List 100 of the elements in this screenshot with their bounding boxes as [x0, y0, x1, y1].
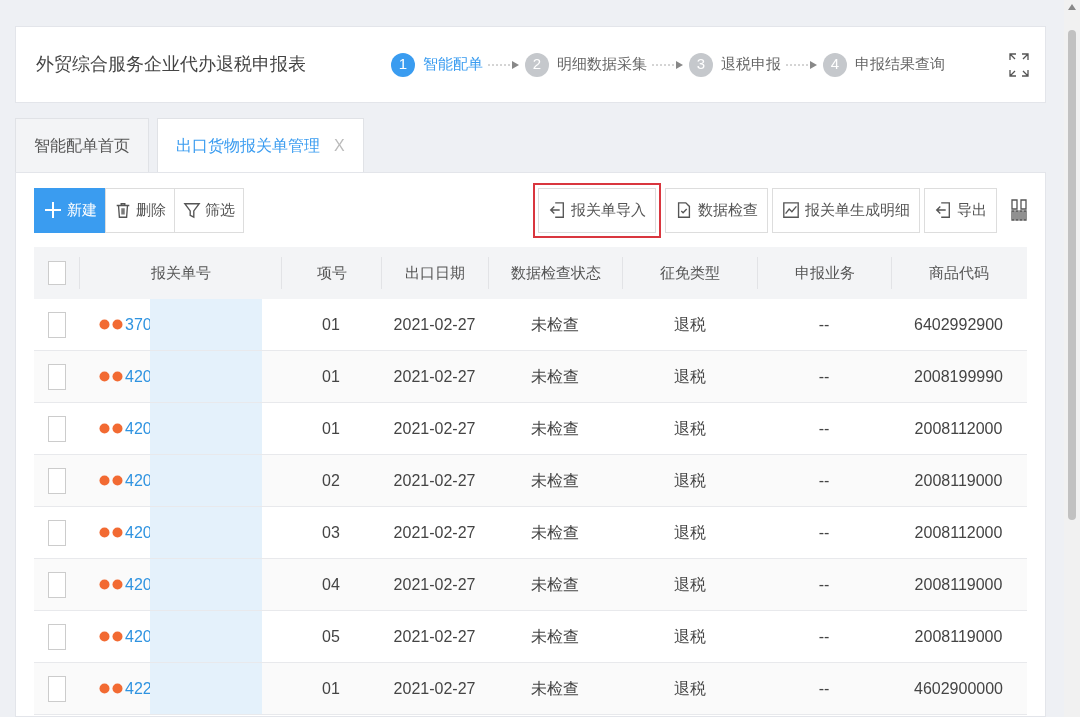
table-cell-text: --: [818, 366, 830, 387]
table-cell-text: 02: [322, 470, 340, 491]
status-dots-icon: [99, 579, 123, 590]
import-icon: [934, 201, 952, 219]
table-cell-text: 退税: [673, 314, 706, 335]
step-label[interactable]: 明细数据采集: [557, 53, 647, 76]
table-cell-text: 2021-02-27: [393, 366, 476, 387]
status-dots-icon: [99, 319, 123, 330]
table-cell-text: 01: [322, 418, 340, 439]
document-check-icon: [675, 201, 693, 219]
column-header: 出口日期: [405, 262, 465, 283]
table-cell-text: --: [818, 470, 830, 491]
table-cell-text: 退税: [673, 626, 706, 647]
new-button[interactable]: 新建: [34, 187, 106, 233]
table-cell-text: --: [818, 418, 830, 439]
fullscreen-icon[interactable]: [1009, 52, 1029, 77]
checkbox[interactable]: [47, 261, 66, 285]
status-dots-icon: [99, 631, 123, 642]
table-cell-text: --: [818, 574, 830, 595]
checkbox[interactable]: [47, 311, 66, 338]
table-cell-text: 04: [322, 574, 340, 595]
tab-label: 智能配单首页: [34, 135, 130, 156]
declaration-link[interactable]: 422: [125, 676, 152, 701]
checkbox[interactable]: [47, 363, 66, 390]
chart-icon: [782, 201, 800, 219]
toolbar-button[interactable]: 筛选: [174, 187, 244, 233]
arrow-icon: [786, 59, 818, 70]
table-cell-text: 2008119000: [914, 470, 1003, 491]
column-header: 申报业务: [794, 262, 855, 283]
column-header: 报关单号: [150, 262, 211, 283]
status-dots-icon: [99, 423, 123, 434]
column-header: 征免类型: [660, 262, 720, 283]
table-cell-text: --: [818, 522, 830, 543]
table-cell-text: 未检查: [531, 314, 579, 335]
table-cell-text: 2008112000: [914, 418, 1003, 439]
checkbox[interactable]: [47, 519, 66, 546]
table-cell-text: 退税: [673, 522, 706, 543]
filter-icon: [183, 201, 201, 219]
scroll-thumb[interactable]: [1068, 30, 1076, 520]
toolbar-button[interactable]: 数据检查: [665, 187, 768, 233]
tab[interactable]: 出口货物报关单管理 X: [157, 118, 364, 173]
tab[interactable]: 智能配单首页: [15, 118, 149, 173]
table-cell-text: 4602900000: [914, 678, 1003, 699]
table-cell-text: 2021-02-27: [393, 626, 476, 647]
toolbar-button[interactable]: 导出: [924, 187, 997, 233]
table-cell-text: 01: [322, 314, 340, 335]
table-cell-text: 退税: [673, 678, 706, 699]
arrow-icon: [652, 59, 684, 70]
table-cell-text: 2021-02-27: [393, 470, 476, 491]
table-cell-text: 03: [322, 522, 340, 543]
table-cell-text: --: [818, 678, 830, 699]
toolbar-button[interactable]: 删除: [105, 187, 175, 233]
page-title: 外贸综合服务企业代办退税申报表: [36, 53, 307, 76]
table-cell-text: 2008199990: [914, 366, 1003, 387]
table-cell-text: 退税: [673, 470, 706, 491]
table-cell-text: 2021-02-27: [393, 314, 476, 335]
table-cell-text: 2021-02-27: [393, 418, 476, 439]
table-cell-text: 退税: [673, 418, 706, 439]
step-label[interactable]: 退税申报: [721, 53, 781, 76]
checkbox[interactable]: [47, 467, 66, 494]
table-cell-text: --: [818, 314, 830, 335]
import-icon: [548, 201, 566, 219]
table-cell-text: 2008112000: [914, 522, 1003, 543]
status-dots-icon: [99, 683, 123, 694]
checkbox[interactable]: [47, 623, 66, 650]
table-cell-text: 2008119000: [914, 574, 1003, 595]
table-cell-text: 2021-02-27: [393, 522, 476, 543]
table-cell-text: 05: [322, 626, 340, 647]
step-label[interactable]: 智能配单: [423, 53, 483, 76]
column-header: 数据检查状态: [510, 262, 601, 283]
toolbar-button[interactable]: 报关单导入: [538, 187, 656, 233]
checkbox[interactable]: [47, 415, 66, 442]
status-dots-icon: [99, 371, 123, 382]
grid-icon[interactable]: [1011, 199, 1027, 221]
table-cell-text: 未检查: [531, 470, 579, 491]
checkbox[interactable]: [47, 571, 66, 598]
step-label[interactable]: 申报结果查询: [855, 53, 945, 76]
close-icon[interactable]: X: [334, 133, 345, 158]
status-dots-icon: [99, 475, 123, 486]
table-cell-text: 退税: [673, 366, 706, 387]
status-dots-icon: [99, 527, 123, 538]
table-cell-text: 未检查: [531, 418, 579, 439]
arrow-icon: [488, 59, 520, 70]
column-header: 商品代码: [929, 262, 989, 283]
table-cell-text: 6402992900: [914, 314, 1003, 335]
scroll-up-icon[interactable]: [1068, 4, 1076, 10]
table-cell-text: 未检查: [531, 574, 579, 595]
table-cell-text: 01: [322, 366, 340, 387]
table-cell-text: 未检查: [531, 626, 579, 647]
table-cell-text: 2021-02-27: [393, 574, 476, 595]
toolbar-button[interactable]: 报关单生成明细: [772, 187, 920, 233]
tab-label: 出口货物报关单管理: [176, 135, 320, 156]
step-number[interactable]: 1: [391, 52, 415, 77]
table-cell-text: 未检查: [531, 678, 579, 699]
table-cell-text: 01: [322, 678, 340, 699]
table-cell-text: 未检查: [531, 366, 579, 387]
table-cell-text: 未检查: [531, 522, 579, 543]
column-header: 项号: [316, 262, 347, 283]
table-cell-text: 2021-02-27: [393, 678, 476, 699]
checkbox[interactable]: [47, 675, 66, 702]
